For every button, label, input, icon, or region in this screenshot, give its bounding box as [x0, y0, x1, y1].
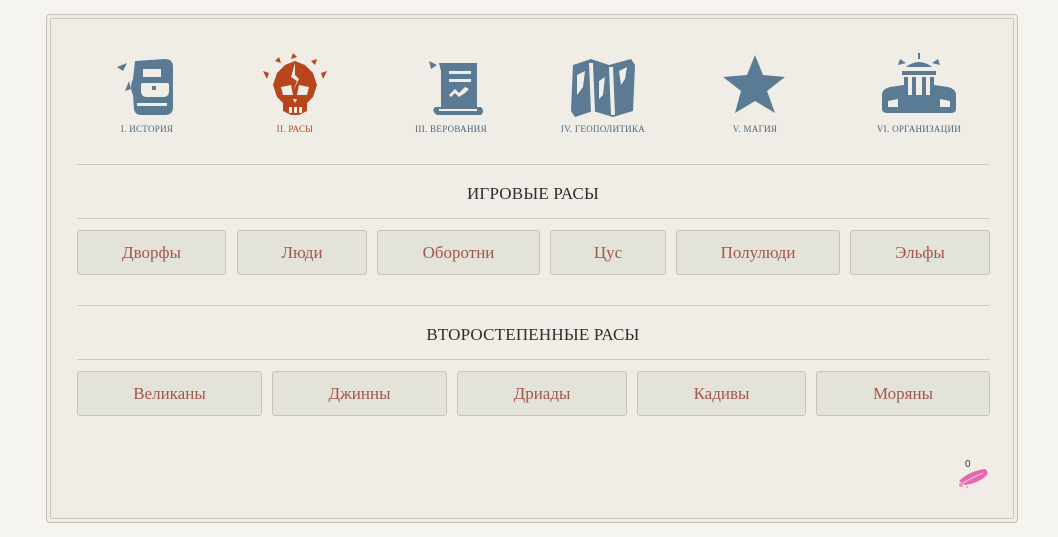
nav-item-organizations[interactable]: VI. ОРГАНИЗАЦИИ [849, 51, 989, 141]
race-button-dryads[interactable]: Дриады [457, 371, 627, 416]
book-bag-icon [117, 59, 173, 115]
nav-label-races: II. РАСЫ [276, 124, 314, 134]
main-panel: I. ИСТОРИЯ II. РАСЫ III. ВЕРОВАНИЯ IV. Г… [46, 14, 1018, 523]
nav-label-beliefs: III. ВЕРОВАНИЯ [415, 124, 487, 134]
divider [77, 218, 989, 219]
section-title-playable: ИГРОВЫЕ РАСЫ [466, 184, 600, 203]
race-button-humans[interactable]: Люди [237, 230, 367, 275]
secondary-races-row: Великаны Джинны Дриады Кадивы Моряны [77, 371, 991, 418]
nav-item-races[interactable]: II. РАСЫ [225, 51, 365, 141]
race-button-djinns[interactable]: Джинны [272, 371, 447, 416]
nav-item-geopolitics[interactable]: IV. ГЕОПОЛИТИКА [533, 51, 673, 141]
race-button-elves[interactable]: Эльфы [850, 230, 990, 275]
nav-item-beliefs[interactable]: III. ВЕРОВАНИЯ [381, 51, 521, 141]
scroll-icon [429, 61, 483, 115]
star-icon [723, 55, 785, 113]
divider [77, 164, 989, 165]
skull-mask-icon [263, 53, 327, 115]
race-button-half-humans[interactable]: Полулюди [676, 230, 840, 275]
nav-item-magic[interactable]: V. МАГИЯ [685, 51, 825, 141]
race-button-tsus[interactable]: Цус [550, 230, 666, 275]
race-button-dwarves[interactable]: Дворфы [77, 230, 226, 275]
section-title-secondary: ВТОРОСТЕПЕННЫЕ РАСЫ [426, 325, 640, 344]
nav-label-organizations: VI. ОРГАНИЗАЦИИ [876, 124, 962, 134]
race-button-moryans[interactable]: Моряны [816, 371, 990, 416]
pink-feather-icon [959, 469, 988, 489]
divider [77, 359, 989, 360]
like-counter[interactable]: 0 [953, 459, 993, 489]
playable-races-row: Дворфы Люди Оборотни Цус Полулюди Эльфы [77, 230, 991, 277]
race-button-werewolves[interactable]: Оборотни [377, 230, 540, 275]
race-button-giants[interactable]: Великаны [77, 371, 262, 416]
nav-item-history[interactable]: I. ИСТОРИЯ [77, 51, 217, 141]
divider [77, 305, 989, 306]
category-nav: I. ИСТОРИЯ II. РАСЫ III. ВЕРОВАНИЯ IV. Г… [77, 51, 989, 137]
nav-label-history: I. ИСТОРИЯ [120, 124, 174, 134]
temple-icon [882, 53, 956, 113]
map-icon [571, 59, 635, 117]
nav-label-magic: V. МАГИЯ [732, 124, 778, 134]
nav-label-geopolitics: IV. ГЕОПОЛИТИКА [560, 124, 646, 134]
race-button-kadivs[interactable]: Кадивы [637, 371, 806, 416]
